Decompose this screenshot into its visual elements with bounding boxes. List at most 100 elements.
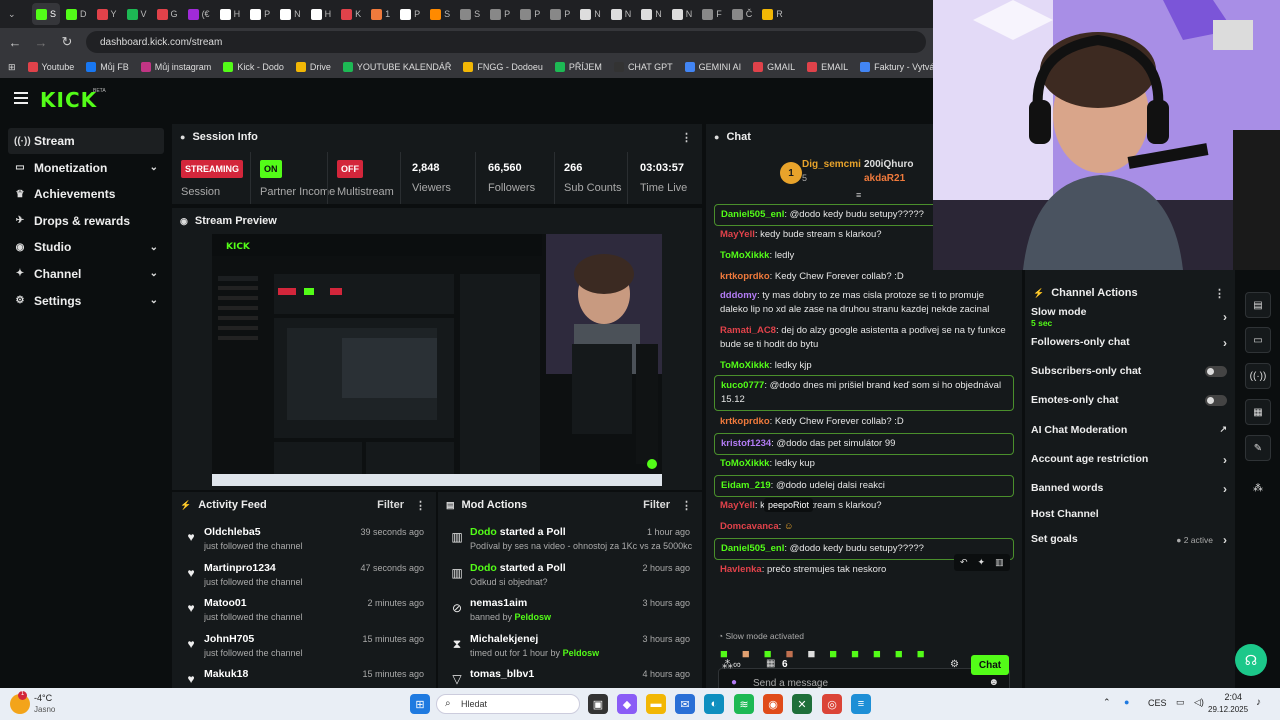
sidebar-item-stream[interactable]: ((·)) Stream bbox=[8, 128, 164, 154]
gifter-3-name[interactable]: akdaR21 bbox=[864, 173, 905, 184]
sidebar-item-channel[interactable]: ✦ Channel ⌄ bbox=[8, 261, 164, 287]
browser-tab[interactable]: N bbox=[607, 3, 636, 25]
browser-tab[interactable]: D bbox=[62, 3, 91, 25]
browser-tab[interactable]: N bbox=[668, 3, 697, 25]
back-icon[interactable]: ← bbox=[4, 31, 26, 53]
browser-tab[interactable]: P bbox=[246, 3, 274, 25]
activity-username[interactable]: Martinpro1234 bbox=[204, 562, 276, 574]
bookmark-item[interactable]: Můj instagram bbox=[140, 62, 211, 72]
tab-dropdown-icon[interactable]: ⌄ bbox=[4, 3, 30, 25]
volume-icon[interactable]: ◁) bbox=[1194, 697, 1204, 708]
channel-action-emotes-only-chat[interactable]: Emotes-only chat bbox=[1031, 394, 1231, 416]
bookmark-item[interactable]: GMAIL bbox=[753, 62, 795, 72]
channel-action-set-goals[interactable]: Set goals ● 2 active › bbox=[1031, 533, 1231, 555]
chat-username[interactable]: ToMoXikkk bbox=[720, 458, 769, 469]
channel-action-host-channel[interactable]: Host Channel bbox=[1031, 508, 1231, 530]
browser-tab[interactable]: V bbox=[123, 3, 151, 25]
settings-menu-icon[interactable]: ⁂∞ bbox=[722, 658, 741, 671]
activity-username[interactable]: Oldchleba5 bbox=[204, 526, 261, 538]
chrome-icon[interactable]: ◎ bbox=[822, 694, 842, 714]
browser-tab[interactable]: N bbox=[637, 3, 666, 25]
rail-chat-icon[interactable]: ▭ bbox=[1245, 327, 1271, 353]
channel-action-slow-mode[interactable]: Slow mode 5 sec › bbox=[1031, 306, 1231, 328]
activity-username[interactable]: JohnH705 bbox=[204, 633, 254, 645]
browser-tab[interactable]: P bbox=[546, 3, 574, 25]
browser-tab[interactable]: N bbox=[276, 3, 305, 25]
chat-username[interactable]: kristof1234 bbox=[721, 438, 771, 449]
emote-icon[interactable]: ■ bbox=[742, 646, 750, 664]
mic-icon[interactable]: ● bbox=[731, 677, 737, 688]
browser-tab[interactable]: H bbox=[216, 3, 245, 25]
rail-broadcast-icon[interactable]: ((·)) bbox=[1245, 363, 1271, 389]
hamburger-menu-icon[interactable] bbox=[14, 92, 28, 104]
emote-icon[interactable]: ■ bbox=[917, 646, 925, 664]
help-headset-icon[interactable]: ☊ bbox=[1235, 644, 1267, 676]
pin-icon[interactable]: ✦ bbox=[978, 557, 986, 568]
rail-mod-icon[interactable]: ▦ bbox=[1245, 399, 1271, 425]
chat-username[interactable]: Havlenka bbox=[720, 564, 762, 575]
channel-action-banned-words[interactable]: Banned words › bbox=[1031, 482, 1231, 504]
rail-notes-icon[interactable]: ▤ bbox=[1245, 292, 1271, 318]
browser-tab[interactable]: S bbox=[32, 3, 61, 25]
channel-action-account-age-restriction[interactable]: Account age restriction › bbox=[1031, 453, 1231, 475]
browser-tab[interactable]: S bbox=[456, 3, 484, 25]
chat-username[interactable]: Daniel505_enl bbox=[721, 209, 784, 220]
taskbar-search[interactable]: ⌕ Hledat bbox=[436, 694, 580, 714]
browser-tab[interactable]: P bbox=[516, 3, 544, 25]
toggle-switch[interactable] bbox=[1205, 366, 1227, 377]
sidebar-item-studio[interactable]: ◉ Studio ⌄ bbox=[8, 234, 164, 260]
gifter-2-name[interactable]: 200iQhuro bbox=[864, 159, 913, 170]
chat-username[interactable]: krtkoprdko bbox=[720, 271, 770, 282]
forward-icon[interactable]: → bbox=[30, 31, 52, 53]
chat-username[interactable]: MayYell bbox=[720, 500, 755, 511]
sidebar-item-achievements[interactable]: ♛ Achievements bbox=[8, 181, 164, 207]
browser-tab[interactable]: K bbox=[337, 3, 365, 25]
emote-icon[interactable]: ■ bbox=[829, 646, 837, 664]
excel-icon[interactable]: ✕ bbox=[792, 694, 812, 714]
mic-tray-icon[interactable]: ● bbox=[1124, 697, 1129, 707]
chat-username[interactable]: MayYell bbox=[720, 229, 755, 240]
bookmark-item[interactable]: PŘÍJEM bbox=[554, 62, 602, 72]
chat-settings-icon[interactable]: ⚙ bbox=[950, 659, 959, 670]
delete-icon[interactable]: ▥ bbox=[995, 557, 1004, 568]
mod-action-username[interactable]: nemas1aim bbox=[470, 597, 527, 609]
bookmark-item[interactable]: Kick - Dodo bbox=[223, 62, 284, 72]
browser-tab[interactable]: Č bbox=[728, 3, 757, 25]
rail-tools-icon[interactable]: ✎ bbox=[1245, 435, 1271, 461]
kebab-menu-icon[interactable]: ⋮ bbox=[681, 499, 692, 512]
mod-action-by[interactable]: Peldosw bbox=[563, 648, 600, 658]
bookmark-item[interactable]: FNGG - Dodoeu bbox=[463, 62, 543, 72]
activity-filter-button[interactable]: Filter bbox=[377, 499, 404, 511]
kebab-menu-icon[interactable]: ⋮ bbox=[681, 131, 692, 144]
language-indicator[interactable]: CES bbox=[1148, 698, 1167, 708]
clock-time[interactable]: 2:04 bbox=[1208, 692, 1242, 702]
mail-icon[interactable]: ✉ bbox=[675, 694, 695, 714]
emoji-icon[interactable]: ☻ bbox=[988, 677, 999, 688]
channel-action-followers-only-chat[interactable]: Followers-only chat › bbox=[1031, 336, 1231, 358]
notepad-icon[interactable]: ≡ bbox=[851, 694, 871, 714]
channel-action-subscribers-only-chat[interactable]: Subscribers-only chat bbox=[1031, 365, 1231, 387]
mod-action-by[interactable]: Peldosw bbox=[515, 612, 552, 622]
browser-tab[interactable]: G bbox=[153, 3, 182, 25]
file-explorer-icon[interactable]: ▬ bbox=[646, 694, 666, 714]
browser-tab[interactable]: 1 bbox=[367, 3, 394, 25]
mod-action-username[interactable]: Dodo bbox=[470, 562, 497, 574]
mod-filter-button[interactable]: Filter bbox=[643, 499, 670, 511]
sidebar-item-drops-rewards[interactable]: ✈ Drops & rewards bbox=[8, 208, 164, 234]
apps-grid-icon[interactable]: ⊞ bbox=[8, 62, 16, 73]
collapse-icon[interactable]: ≡ bbox=[856, 190, 861, 200]
undo-icon[interactable]: ↶ bbox=[960, 557, 968, 568]
chat-username[interactable]: ToMoXikkk bbox=[720, 250, 769, 261]
activity-username[interactable]: Matoo01 bbox=[204, 597, 247, 609]
toggle-switch[interactable] bbox=[1205, 395, 1227, 406]
url-field[interactable]: dashboard.kick.com/stream bbox=[86, 31, 926, 53]
chat-username[interactable]: krtkoprdko bbox=[720, 416, 770, 427]
chat-username[interactable]: Daniel505_enl bbox=[721, 543, 784, 554]
notification-bell-icon[interactable]: ♪ bbox=[1256, 697, 1261, 708]
gift-icon[interactable]: ▦ bbox=[766, 658, 775, 669]
chat-username[interactable]: ToMoXikkk bbox=[720, 360, 769, 371]
mod-action-username[interactable]: Michalekjenej bbox=[470, 633, 538, 645]
emote-icon[interactable]: ■ bbox=[851, 646, 859, 664]
channel-action-ai-chat-moderation[interactable]: AI Chat Moderation ↗ bbox=[1031, 424, 1231, 446]
chat-username[interactable]: dddomy bbox=[720, 290, 757, 301]
